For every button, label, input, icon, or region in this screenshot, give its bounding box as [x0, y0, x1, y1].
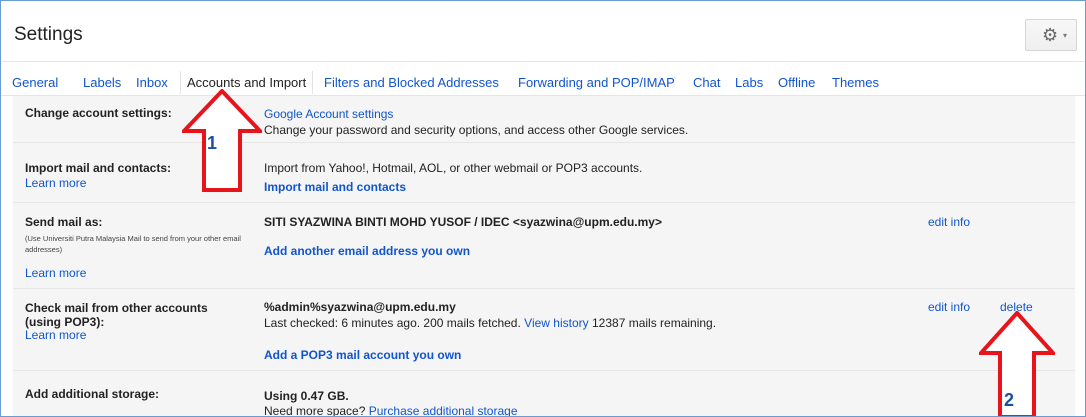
- tab-filters-and-blocked-addresses[interactable]: Filters and Blocked Addresses: [324, 75, 499, 90]
- send-as-identity: SITI SYAZWINA BINTI MOHD YUSOF / IDEC <s…: [264, 215, 662, 229]
- annotation-number-2: 2: [1004, 390, 1015, 410]
- learn-more-link[interactable]: Learn more: [25, 328, 86, 342]
- settings-window: Settings ⚙ ▾ General Labels Inbox Accoun…: [0, 0, 1086, 417]
- row-label: Send mail as:: [25, 215, 103, 229]
- tab-forwarding-pop-imap[interactable]: Forwarding and POP/IMAP: [518, 75, 675, 90]
- import-mail-link[interactable]: Import mail and contacts: [264, 180, 406, 194]
- learn-more-link[interactable]: Learn more: [25, 266, 86, 280]
- add-email-address-link[interactable]: Add another email address you own: [264, 244, 470, 258]
- change-account-description: Change your password and security option…: [264, 123, 689, 137]
- need-more-space-text: Need more space?: [264, 404, 366, 417]
- tab-inbox[interactable]: Inbox: [136, 75, 168, 90]
- purchase-storage-link[interactable]: Purchase additional storage: [369, 404, 518, 416]
- google-account-settings-link[interactable]: Google Account settings: [264, 107, 393, 121]
- last-checked-text: Last checked: 6 minutes ago. 200 mails f…: [264, 316, 521, 330]
- tab-themes[interactable]: Themes: [832, 75, 879, 90]
- row-import-mail: Import mail and contacts: Learn more Imp…: [13, 143, 1075, 203]
- gear-icon: ⚙: [1042, 25, 1059, 45]
- tab-labs[interactable]: Labs: [735, 75, 763, 90]
- tab-chat[interactable]: Chat: [693, 75, 720, 90]
- storage-upsell: Need more space? Purchase additional sto…: [264, 404, 518, 417]
- annotation-arrow-2: [979, 311, 1055, 416]
- settings-content: Change account settings: Google Account …: [13, 96, 1075, 417]
- send-mail-note: (Use Universiti Putra Malaysia Mail to s…: [25, 234, 241, 254]
- annotation-arrow-1: [182, 89, 262, 192]
- import-description: Import from Yahoo!, Hotmail, AOL, or oth…: [264, 161, 643, 175]
- mails-remaining-text: 12387 mails remaining.: [592, 316, 717, 330]
- row-change-account-settings: Change account settings: Google Account …: [13, 96, 1075, 143]
- row-check-mail-pop3: Check mail from other accounts (using PO…: [13, 289, 1075, 371]
- row-label: Change account settings:: [25, 106, 172, 120]
- row-label: Import mail and contacts:: [25, 161, 172, 175]
- tab-general[interactable]: General: [12, 75, 58, 90]
- edit-info-link[interactable]: edit info: [928, 300, 970, 314]
- add-pop3-account-link[interactable]: Add a POP3 mail account you own: [264, 348, 461, 362]
- chevron-down-icon: ▾: [1063, 31, 1068, 40]
- row-label-line1: Check mail from other accounts: [25, 301, 208, 315]
- tab-labels[interactable]: Labels: [83, 75, 121, 90]
- annotation-number-1: 1: [207, 133, 218, 153]
- pop3-status: Last checked: 6 minutes ago. 200 mails f…: [264, 316, 716, 330]
- row-label: Add additional storage:: [25, 387, 160, 401]
- row-send-mail-as: Send mail as: (Use Universiti Putra Mala…: [13, 203, 1075, 289]
- settings-gear-button[interactable]: ⚙ ▾: [1025, 19, 1077, 51]
- storage-usage: Using 0.47 GB.: [264, 389, 349, 403]
- view-history-link[interactable]: View history: [524, 316, 588, 330]
- pop3-account-address: %admin%syazwina@upm.edu.my: [264, 300, 456, 314]
- tab-offline[interactable]: Offline: [778, 75, 815, 90]
- edit-info-link[interactable]: edit info: [928, 215, 970, 229]
- row-additional-storage: Add additional storage: Using 0.47 GB. N…: [13, 371, 1075, 417]
- settings-tabs: General Labels Inbox Accounts and Import…: [1, 71, 1085, 95]
- page-title: Settings: [14, 24, 83, 45]
- learn-more-link[interactable]: Learn more: [25, 176, 86, 190]
- settings-header: Settings ⚙ ▾: [2, 2, 1084, 62]
